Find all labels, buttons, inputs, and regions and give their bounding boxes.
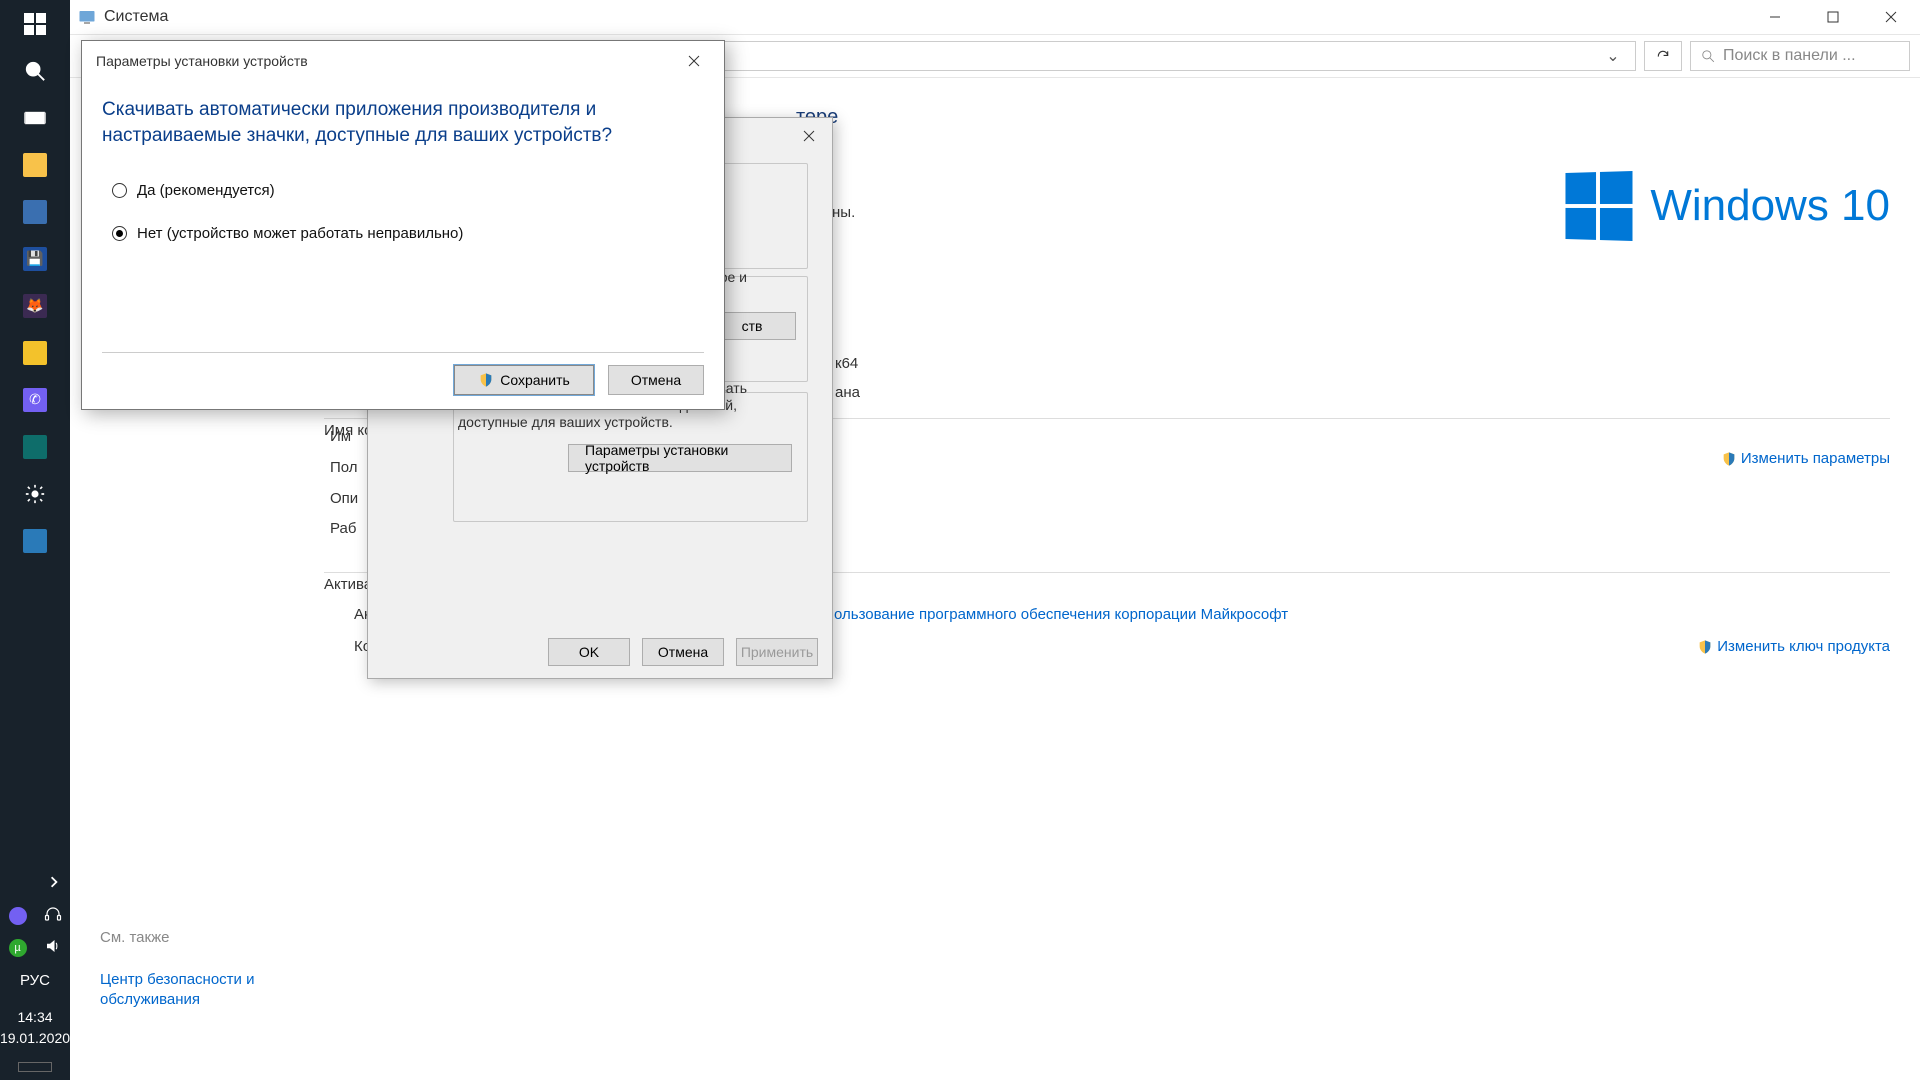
tray-clock[interactable]: 14:34 19.01.2020 — [0, 1007, 70, 1048]
radio-icon — [112, 183, 127, 198]
see-also-heading: См. также — [100, 929, 290, 946]
tray-expand-icon[interactable] — [0, 876, 70, 900]
option-yes[interactable]: Да (рекомендуется) — [112, 182, 694, 199]
tray-time: 14:34 — [0, 1007, 70, 1027]
search-button[interactable] — [0, 47, 70, 94]
window-minimize-button[interactable] — [1746, 0, 1804, 34]
tray-icon-headset[interactable] — [44, 905, 62, 928]
tray-date: 19.01.2020 — [0, 1028, 70, 1048]
show-desktop-button[interactable] — [18, 1062, 52, 1072]
cancel-button[interactable]: Отмена — [642, 638, 724, 666]
search-box[interactable]: Поиск в панели ... — [1690, 41, 1910, 71]
tray-icon-utorrent[interactable]: µ — [9, 939, 27, 957]
taskbar-app-generic-1[interactable] — [0, 188, 70, 235]
tray-icon-viber[interactable] — [9, 907, 27, 925]
dialog-question: Скачивать автоматически приложения произ… — [82, 81, 724, 148]
dialog-title: Параметры установки устройств — [96, 53, 308, 69]
search-icon — [1701, 49, 1715, 63]
info-labels: Им Пол Опи Раб — [330, 422, 358, 545]
save-button-label: Сохранить — [500, 372, 570, 388]
taskbar-app-notes[interactable] — [0, 329, 70, 376]
tray-language[interactable]: РУС — [20, 972, 50, 989]
security-center-link[interactable]: Центр безопасности и обслуживания — [100, 970, 290, 1011]
device-install-settings-button[interactable]: Параметры установки устройств — [568, 444, 792, 472]
windows10-logo: Windows 10 — [1564, 172, 1890, 240]
taskbar-app-save[interactable]: 💾 — [0, 235, 70, 282]
apply-button: Применить — [736, 638, 818, 666]
dialog-close-button[interactable] — [790, 122, 828, 150]
taskbar-app-settings[interactable] — [0, 470, 70, 517]
window-title: Система — [104, 8, 168, 26]
shield-icon — [1721, 451, 1737, 467]
change-settings-link[interactable]: Изменить параметры — [1721, 450, 1890, 467]
fragment-text: доступные для ваших устройств. — [458, 414, 673, 430]
taskbar-app-control-panel[interactable] — [0, 517, 70, 564]
cancel-button[interactable]: Отмена — [608, 365, 704, 395]
change-product-key-link[interactable]: Изменить ключ продукта — [1697, 638, 1890, 655]
taskbar: 💾 🦊 ✆ µ РУС 14:34 19.01.2020 — [0, 0, 70, 1080]
ok-button[interactable]: OK — [548, 638, 630, 666]
save-button[interactable]: Сохранить — [454, 365, 594, 395]
refresh-button[interactable] — [1644, 41, 1682, 71]
fragment-text: ана — [835, 384, 860, 401]
option-yes-label: Да (рекомендуется) — [137, 182, 275, 199]
see-also-panel: См. также Центр безопасности и обслужива… — [100, 929, 290, 1011]
shield-icon — [1697, 639, 1713, 655]
taskbar-app-viber[interactable]: ✆ — [0, 376, 70, 423]
system-icon — [78, 8, 96, 26]
taskbar-app-generic-2[interactable] — [0, 423, 70, 470]
taskbar-app-firefox[interactable]: 🦊 — [0, 282, 70, 329]
dialog-close-button[interactable] — [678, 45, 710, 77]
dropdown-icon[interactable]: ⌄ — [1599, 46, 1627, 66]
license-terms-link[interactable]: ользование программного обеспечения корп… — [834, 606, 1288, 623]
tray-icon-volume[interactable] — [44, 937, 62, 960]
radio-icon — [112, 226, 127, 241]
option-no-label: Нет (устройство может работать неправиль… — [137, 225, 463, 242]
shield-icon — [478, 372, 494, 388]
section-activation: Актива — [324, 576, 372, 593]
option-no[interactable]: Нет (устройство может работать неправиль… — [112, 225, 694, 242]
start-button[interactable] — [0, 0, 70, 47]
taskbar-app-explorer[interactable] — [0, 141, 70, 188]
task-view-button[interactable] — [0, 94, 70, 141]
windows10-logo-text: Windows 10 — [1650, 181, 1890, 231]
window-titlebar: Система — [70, 0, 1920, 34]
fragment-text: ны. — [832, 204, 855, 221]
window-maximize-button[interactable] — [1804, 0, 1862, 34]
device-installation-dialog: Параметры установки устройств Скачивать … — [81, 40, 725, 410]
dialog-titlebar[interactable]: Параметры установки устройств — [82, 41, 724, 81]
search-placeholder: Поиск в панели ... — [1723, 47, 1856, 65]
fragment-text: к64 — [835, 355, 858, 372]
window-close-button[interactable] — [1862, 0, 1920, 34]
refresh-icon — [1656, 49, 1670, 63]
